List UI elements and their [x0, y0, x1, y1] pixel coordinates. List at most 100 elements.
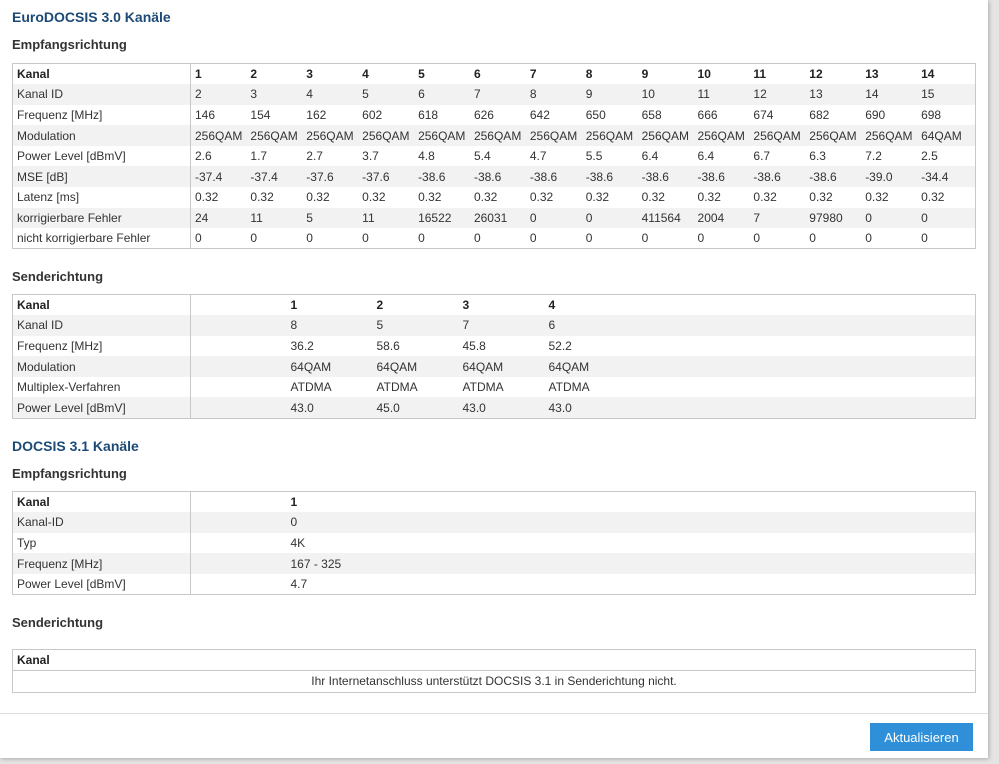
cell-value: 5	[372, 315, 459, 336]
table-row: Modulation 64QAM 64QAM 64QAM 64QAM	[12, 356, 976, 377]
cell-value: 11	[358, 207, 415, 229]
filler-cell	[973, 187, 976, 208]
cell-value: 16522	[414, 207, 470, 229]
cell-value: 698	[921, 107, 942, 122]
cell-value: 0.32	[809, 190, 833, 205]
cell-value: 0.32	[250, 190, 274, 205]
row-label: Modulation	[12, 356, 191, 377]
docsis31-upstream-box: Kanal Ihr Internetanschluss unterstützt …	[12, 649, 976, 693]
docsis-info-panel: EuroDOCSIS 3.0 Kanäle Empfangsrichtung K…	[0, 0, 988, 758]
cell-value: 167 - 325	[286, 553, 373, 574]
cell-value: 674	[753, 107, 774, 122]
cell-value: 8	[286, 315, 373, 336]
filler-cell	[373, 533, 976, 554]
row-label: Frequenz [MHz]	[12, 335, 191, 357]
refresh-button[interactable]: Aktualisieren	[870, 723, 973, 751]
cell-value: -38.6	[469, 166, 526, 188]
filler-cell	[372, 512, 976, 533]
table-row: Frequenz [MHz] 146 154 162 602 618 626 642 650 65…	[12, 104, 976, 126]
channel-header: 1	[195, 67, 202, 82]
cell-value: 4K	[290, 535, 306, 550]
filler-cell	[631, 377, 976, 398]
docsis31-downstream-table: Kanal 1 Kanal-ID 0 Typ 4K Frequenz [MHz] 167 - …	[12, 491, 976, 595]
cell-value: -38.6	[693, 166, 750, 188]
cell-value: 12	[749, 84, 806, 105]
cell-value: 7	[749, 207, 806, 229]
filler-cell	[972, 166, 976, 188]
spacer-cell	[191, 574, 287, 595]
row-label: Frequenz [MHz]	[12, 553, 191, 574]
channel-header: 1	[290, 495, 298, 510]
cell-value: 0.32	[195, 190, 219, 205]
filler-cell	[373, 492, 976, 513]
cell-value: ATDMA	[376, 380, 418, 395]
docsis31-title: DOCSIS 3.1 Kanäle	[12, 438, 139, 454]
cell-value: 0	[418, 231, 425, 246]
euro30-upstream-table: Kanal 1 2 3 4 Kanal ID 8 5 7 6 Frequenz [MHz] 36.2 5…	[12, 294, 976, 419]
cell-value: ATDMA	[548, 380, 590, 395]
cell-value: 64QAM	[544, 356, 631, 377]
cell-value: 64QAM	[286, 356, 373, 377]
cell-value: 0.32	[753, 190, 777, 205]
table-row: Kanal ID 8 5 7 6	[12, 315, 976, 336]
cell-value: -38.6	[805, 166, 862, 188]
cell-value: 0	[306, 231, 313, 246]
cell-value: 45.8	[462, 338, 486, 353]
cell-value: 2.6	[195, 149, 212, 164]
cell-value: 0	[641, 231, 649, 246]
channel-header: 2	[250, 67, 258, 82]
cell-value: 43.0	[544, 397, 631, 419]
filler-cell	[972, 207, 976, 229]
channel-header: 12	[809, 67, 823, 82]
filler-cell	[630, 315, 976, 336]
euro30-upstream-title: Senderichtung	[12, 269, 104, 284]
cell-value: 256QAM	[581, 125, 638, 146]
table-row: Frequenz [MHz] 167 - 325	[12, 553, 976, 574]
cell-value: 256QAM	[805, 125, 862, 146]
cell-value: 0	[195, 231, 202, 246]
cell-value: -38.6	[525, 166, 582, 188]
channel-header: 2	[376, 298, 384, 313]
filler-cell	[973, 146, 976, 167]
spacer-cell	[190, 553, 287, 574]
cell-value: 5.5	[585, 149, 603, 164]
cell-value: 6.4	[641, 149, 659, 164]
cell-value: 7	[458, 315, 545, 336]
spacer-cell	[191, 295, 287, 316]
cell-value: 602	[362, 107, 383, 122]
table-row: Typ 4K	[12, 532, 976, 554]
cell-value: 7.2	[865, 149, 882, 164]
cell-value: 0.32	[529, 190, 554, 205]
cell-value: 0.32	[921, 190, 945, 205]
table-row: Multiplex-Verfahren ATDMA ATDMA ATDMA ATDMA	[12, 376, 976, 398]
channel-header: 13	[865, 67, 879, 82]
cell-value: 256QAM	[246, 125, 303, 146]
cell-value: 45.0	[372, 397, 459, 419]
spacer-cell	[190, 315, 287, 336]
cell-value: 666	[697, 107, 718, 122]
cell-value: 256QAM	[469, 125, 526, 146]
table-row: Power Level [dBmV] 4.7	[12, 573, 976, 595]
cell-value: 4	[302, 84, 359, 105]
cell-value: 650	[585, 107, 606, 122]
cell-value: 0	[585, 231, 593, 246]
cell-value: 10	[637, 84, 694, 105]
cell-value: 43.0	[458, 397, 545, 419]
docsis31-downstream-title: Empfangsrichtung	[12, 466, 127, 481]
cell-value: 64QAM	[458, 356, 545, 377]
row-label: Power Level [dBmV]	[12, 573, 191, 595]
header-label: Kanal	[12, 491, 191, 513]
euro30-title: EuroDOCSIS 3.0 Kanäle	[12, 9, 171, 25]
cell-value: 8	[525, 84, 582, 105]
cell-value: 0.32	[641, 190, 665, 205]
cell-value: 0	[921, 231, 928, 246]
cell-value: 0	[861, 207, 918, 229]
cell-value: -38.6	[414, 166, 470, 188]
docsis31-upstream-header: Kanal	[13, 650, 975, 671]
channel-header: 8	[585, 67, 593, 82]
cell-value: 15	[917, 84, 973, 105]
channel-header: 1	[290, 298, 298, 313]
cell-value: 26031	[469, 207, 526, 229]
row-label: Kanal ID	[12, 315, 191, 336]
cell-value: 97980	[805, 207, 862, 229]
